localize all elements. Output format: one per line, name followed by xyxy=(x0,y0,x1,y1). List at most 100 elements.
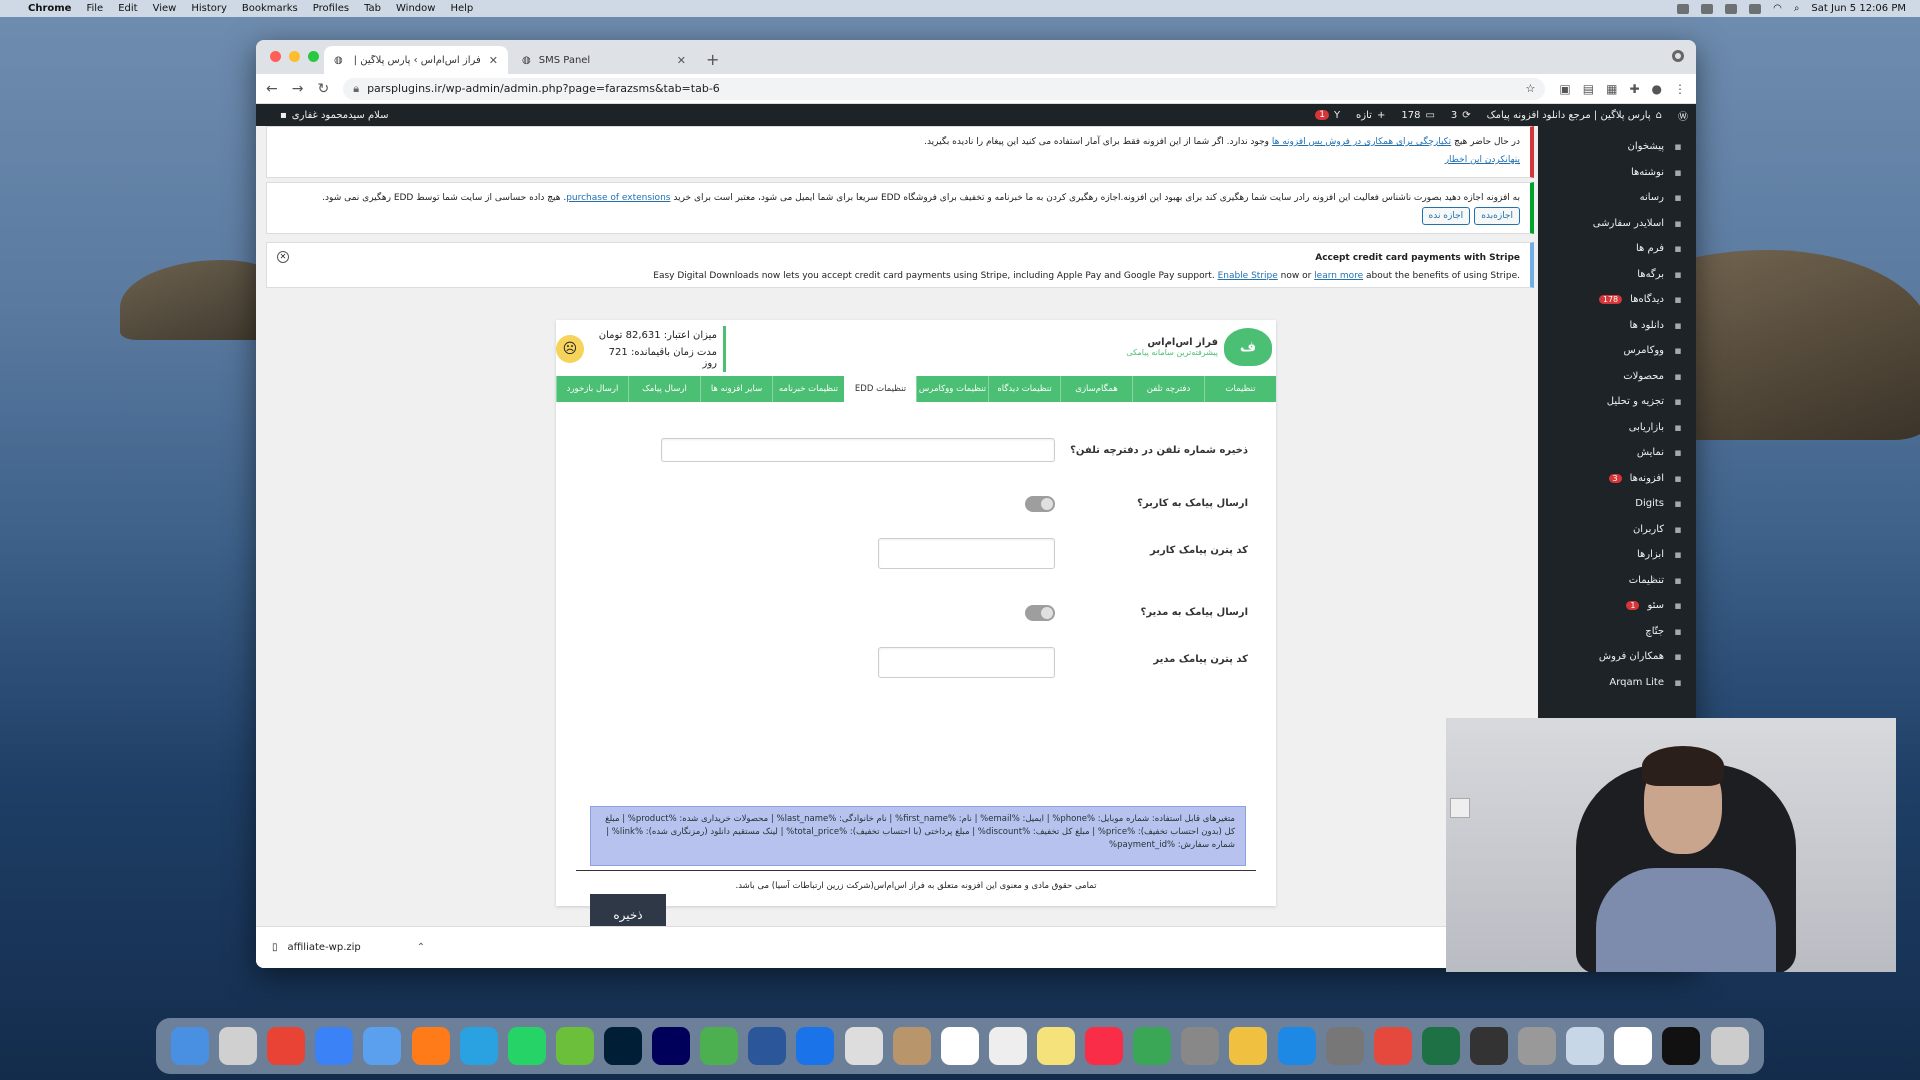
sidebar-item[interactable]: ▪ تنظیمات xyxy=(1538,568,1696,594)
forward-icon[interactable]: → xyxy=(292,81,304,97)
tab-search-icon[interactable] xyxy=(1672,50,1684,62)
dock-app-icon[interactable] xyxy=(1518,1027,1557,1065)
adminbar-yoast[interactable]: Y1 xyxy=(1315,110,1340,121)
dock-app-icon[interactable] xyxy=(267,1027,306,1065)
sidebar-item[interactable]: ▪ تجزیه و تحلیل xyxy=(1538,389,1696,415)
admin-sms-toggle[interactable] xyxy=(1025,605,1055,621)
sidebar-item[interactable]: ▪ بازاریابی xyxy=(1538,415,1696,441)
extension-icon[interactable]: ▣ xyxy=(1559,82,1570,96)
dock-app-icon[interactable] xyxy=(219,1027,258,1065)
sidebar-item[interactable]: ▪ افزونه‌ها 3 xyxy=(1538,466,1696,492)
dock-app-icon[interactable] xyxy=(363,1027,402,1065)
settings-tab[interactable]: تنظیمات xyxy=(1204,376,1276,402)
dock-app-icon[interactable] xyxy=(844,1027,883,1065)
dock-app-icon[interactable] xyxy=(1470,1027,1508,1065)
dock-app-icon[interactable] xyxy=(700,1027,739,1065)
sidebar-item[interactable]: ▪ سئو 1 xyxy=(1538,593,1696,619)
puzzle-icon[interactable]: ✚ xyxy=(1629,82,1639,96)
sidebar-item[interactable]: ▪ ابزارها xyxy=(1538,542,1696,568)
settings-tab[interactable]: سایر افزونه ها xyxy=(700,376,772,402)
dock-app-icon[interactable] xyxy=(796,1027,835,1065)
kebab-menu-icon[interactable]: ⋮ xyxy=(1674,82,1686,96)
purchase-extensions-link[interactable]: purchase of extensions xyxy=(566,193,670,203)
settings-tab[interactable]: تنظیمات دیدگاه xyxy=(988,376,1060,402)
settings-tab[interactable]: تنظیمات ووکامرس xyxy=(916,376,988,402)
sidebar-item[interactable]: ▪ دانلود ها xyxy=(1538,313,1696,339)
clock[interactable]: Sat Jun 5 12:06 PM xyxy=(1811,3,1906,14)
enable-stripe-link[interactable]: Enable Stripe xyxy=(1218,271,1278,281)
sidebar-item[interactable]: ▪ همکاران فروش xyxy=(1538,644,1696,670)
adminbar-comments[interactable]: ▭ 178 xyxy=(1401,110,1435,121)
menu-tab[interactable]: Tab xyxy=(364,3,381,14)
sidebar-item[interactable]: ▪ Digits xyxy=(1538,491,1696,517)
sidebar-item[interactable]: ▪ کاربران xyxy=(1538,517,1696,543)
dock-app-icon[interactable] xyxy=(1614,1027,1653,1065)
dock-app-icon[interactable] xyxy=(1277,1027,1316,1065)
settings-tab[interactable]: تنظیمات EDD xyxy=(844,376,916,402)
wp-logo-icon[interactable]: Ⓦ xyxy=(1678,108,1688,123)
dock-app-icon[interactable] xyxy=(1085,1027,1124,1065)
menu-bookmarks[interactable]: Bookmarks xyxy=(242,3,298,14)
dock-app-icon[interactable] xyxy=(459,1027,498,1065)
sidebar-item[interactable]: ▪ فرم ها xyxy=(1538,236,1696,262)
star-icon[interactable]: ☆ xyxy=(1526,82,1536,95)
download-filename[interactable]: affiliate-wp.zip xyxy=(288,942,361,953)
dock-app-icon[interactable] xyxy=(1229,1027,1268,1065)
wifi-icon[interactable]: ◠ xyxy=(1773,3,1782,14)
dock-app-icon[interactable] xyxy=(1710,1027,1749,1065)
extension-icon[interactable]: ▤ xyxy=(1583,82,1594,96)
sidebar-item[interactable]: ▪ نمایش xyxy=(1538,440,1696,466)
settings-tab[interactable]: تنظیمات خبرنامه xyxy=(772,376,844,402)
menu-help[interactable]: Help xyxy=(450,3,473,14)
sidebar-item[interactable]: ▪ دیدگاه‌ها 178 xyxy=(1538,287,1696,313)
dock-app-icon[interactable] xyxy=(892,1027,931,1065)
dock-app-icon[interactable] xyxy=(988,1027,1027,1065)
sidebar-item[interactable]: ▪ اسلایدر سفارشی xyxy=(1538,211,1696,237)
dock-app-icon[interactable] xyxy=(411,1027,450,1065)
browser-tab[interactable]: ◍ SMS Panel ✕ xyxy=(512,46,696,74)
hide-notice-link[interactable]: پنهانکردن این اخطار xyxy=(1445,155,1520,165)
adminbar-site[interactable]: ⌂ پارس پلاگین | مرجع دانلود افزونه پیامک xyxy=(1487,110,1662,121)
address-bar[interactable]: 🔒︎ parsplugins.ir/wp-admin/admin.php?pag… xyxy=(343,77,1546,100)
settings-tab[interactable]: دفترچه تلفن xyxy=(1132,376,1204,402)
adminbar-account[interactable]: سلام سیدمحمود غفاری ▪ xyxy=(280,110,389,121)
zoom-window-button[interactable] xyxy=(308,51,319,62)
dock-app-icon[interactable] xyxy=(1037,1027,1076,1065)
sidebar-item[interactable]: ▪ جتّاچ xyxy=(1538,619,1696,645)
close-window-button[interactable] xyxy=(270,51,281,62)
close-tab-icon[interactable]: ✕ xyxy=(489,54,498,67)
learn-more-link[interactable]: learn more xyxy=(1314,271,1363,281)
tray-icon[interactable] xyxy=(1725,3,1738,14)
tray-icon[interactable] xyxy=(1701,3,1714,14)
dock-app-icon[interactable] xyxy=(1421,1027,1460,1065)
avatar[interactable]: ● xyxy=(1652,82,1662,96)
minimize-window-button[interactable] xyxy=(289,51,300,62)
sidebar-item[interactable]: ▪ رسانه xyxy=(1538,185,1696,211)
menu-history[interactable]: History xyxy=(191,3,227,14)
reload-icon[interactable]: ↻ xyxy=(317,81,329,97)
dock-app-icon[interactable] xyxy=(1325,1027,1364,1065)
dock-app-icon[interactable] xyxy=(507,1027,546,1065)
menu-edit[interactable]: Edit xyxy=(118,3,137,14)
dock-app-icon[interactable] xyxy=(171,1027,210,1065)
sidebar-item[interactable]: ▪ ووکامرس xyxy=(1538,338,1696,364)
dock-app-icon[interactable] xyxy=(1566,1027,1605,1065)
sidebar-item[interactable]: ▪ نوشته‌ها xyxy=(1538,160,1696,186)
user-sms-toggle[interactable] xyxy=(1025,496,1055,512)
dismiss-icon[interactable]: ✕ xyxy=(277,251,289,263)
dock-app-icon[interactable] xyxy=(1662,1027,1701,1065)
settings-tab[interactable]: همگام‌سازی xyxy=(1060,376,1132,402)
dock-app-icon[interactable] xyxy=(940,1027,979,1065)
sidebar-item[interactable]: ▪ Arqam Lite xyxy=(1538,670,1696,696)
dock-app-icon[interactable] xyxy=(315,1027,354,1065)
sidebar-item[interactable]: ▪ محصولات xyxy=(1538,364,1696,390)
back-icon[interactable]: ← xyxy=(266,81,278,97)
close-tab-icon[interactable]: ✕ xyxy=(677,54,686,67)
phonebook-select[interactable] xyxy=(661,438,1055,462)
settings-tab[interactable]: ارسال بازخورد xyxy=(556,376,628,402)
extension-icon[interactable]: ▦ xyxy=(1606,82,1617,96)
dock-app-icon[interactable] xyxy=(748,1027,787,1065)
menu-file[interactable]: File xyxy=(86,3,103,14)
dock-app-icon[interactable] xyxy=(1181,1027,1220,1065)
menu-app[interactable]: Chrome xyxy=(28,3,71,14)
